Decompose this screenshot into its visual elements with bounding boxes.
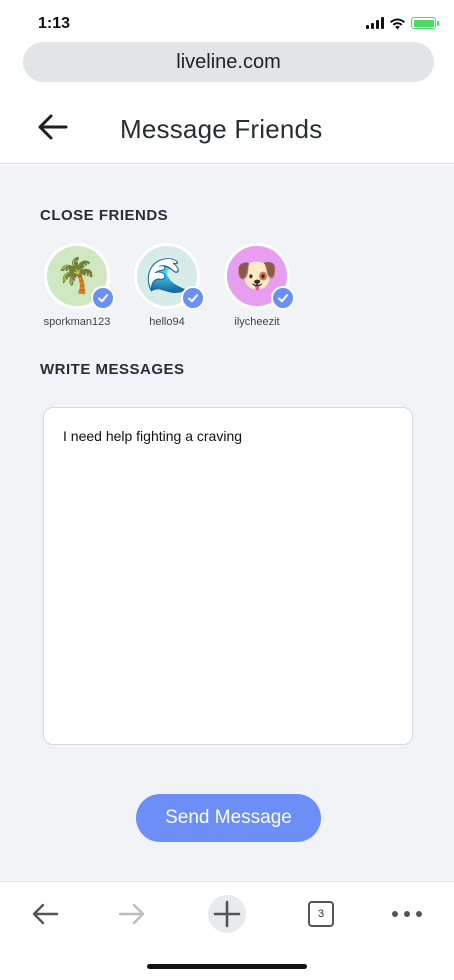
friend-item-sporkman123[interactable]: 🌴 sporkman123 bbox=[40, 243, 115, 328]
main-content: CLOSE FRIENDS 🌴 sporkman123 🌊 hello94 🐶 … bbox=[0, 165, 454, 881]
url-bar[interactable]: liveline.com bbox=[23, 42, 434, 82]
wave-icon: 🌊 bbox=[145, 257, 189, 295]
tabs-count-icon: 3 bbox=[308, 901, 334, 927]
cellular-signal-icon bbox=[366, 17, 384, 29]
status-bar: 1:13 bbox=[0, 0, 454, 44]
send-message-button[interactable]: Send Message bbox=[136, 794, 321, 842]
page-header: Message Friends bbox=[0, 92, 454, 164]
tabs-button[interactable]: 3 bbox=[299, 892, 343, 936]
friend-item-ilycheezit[interactable]: 🐶 ilycheezit bbox=[220, 243, 295, 328]
new-tab-button[interactable] bbox=[205, 892, 249, 936]
wifi-icon bbox=[390, 18, 405, 29]
browser-back-button[interactable] bbox=[23, 892, 67, 936]
battery-icon bbox=[411, 17, 439, 29]
plus-circle bbox=[208, 895, 246, 933]
status-icons bbox=[366, 15, 439, 31]
checkmark-icon bbox=[91, 286, 115, 310]
avatar[interactable]: 🐶 bbox=[224, 243, 295, 310]
more-dots-icon bbox=[392, 911, 422, 917]
back-arrow-icon bbox=[32, 903, 59, 925]
forward-arrow-icon bbox=[118, 903, 145, 925]
message-text: I need help fighting a craving bbox=[63, 428, 243, 444]
close-friends-heading: CLOSE FRIENDS bbox=[40, 207, 169, 224]
home-indicator bbox=[147, 964, 307, 969]
more-options-button[interactable] bbox=[385, 892, 429, 936]
close-friends-list: 🌴 sporkman123 🌊 hello94 🐶 ilycheezit bbox=[40, 243, 295, 328]
avatar[interactable]: 🌴 bbox=[44, 243, 115, 310]
palm-tree-icon: 🌴 bbox=[55, 257, 99, 295]
message-textarea[interactable]: I need help fighting a craving bbox=[43, 407, 413, 745]
url-text: liveline.com bbox=[176, 50, 281, 73]
friend-name: hello94 bbox=[149, 316, 185, 328]
browser-forward-button[interactable] bbox=[110, 892, 154, 936]
avatar[interactable]: 🌊 bbox=[134, 243, 205, 310]
plus-icon bbox=[213, 900, 241, 928]
friend-item-hello94[interactable]: 🌊 hello94 bbox=[130, 243, 205, 328]
write-messages-heading: WRITE MESSAGES bbox=[40, 361, 185, 378]
dog-face-icon: 🐶 bbox=[235, 257, 279, 295]
friend-name: ilycheezit bbox=[234, 316, 280, 328]
status-time: 1:13 bbox=[38, 15, 71, 32]
checkmark-icon bbox=[181, 286, 205, 310]
checkmark-icon bbox=[271, 286, 295, 310]
friend-name: sporkman123 bbox=[43, 316, 111, 328]
page-title: Message Friends bbox=[120, 114, 323, 144]
back-arrow-icon[interactable] bbox=[36, 110, 70, 144]
